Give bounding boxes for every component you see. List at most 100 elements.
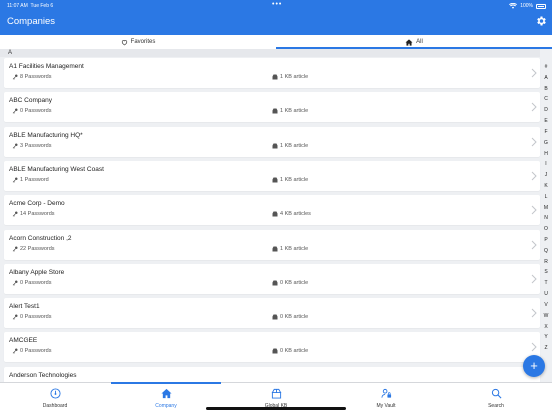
- kb-count: 1 KB article: [272, 108, 308, 114]
- company-name: Alert Test1: [9, 303, 40, 311]
- company-row[interactable]: ABLE Manufacturing HQ* 3 Passwords 1 KB …: [4, 126, 540, 157]
- password-count-text: 22 Passwords: [20, 245, 55, 252]
- company-row[interactable]: Acme Corp - Demo 14 Passwords 4 KB artic…: [4, 195, 540, 226]
- kb-count: 1 KB article: [272, 143, 308, 149]
- tab-company-indicator: [111, 382, 221, 384]
- alphabet-index-letter[interactable]: B: [544, 84, 547, 95]
- alphabet-index-letter[interactable]: S: [544, 267, 547, 278]
- multitask-dots[interactable]: •••: [272, 1, 282, 8]
- alphabet-index-letter[interactable]: H: [544, 149, 548, 160]
- kb-count: 1 KB article: [272, 74, 308, 80]
- company-row[interactable]: Acorn Construction ,2 22 Passwords 1 KB …: [4, 229, 540, 260]
- password-count: 22 Passwords: [12, 246, 55, 252]
- company-name: ABLE Manufacturing HQ*: [9, 131, 83, 139]
- key-icon: [12, 280, 18, 286]
- add-button[interactable]: +: [523, 355, 545, 377]
- alphabet-index-letter[interactable]: A: [544, 73, 547, 84]
- kb-box-icon: [272, 314, 278, 320]
- tab-dashboard[interactable]: Dashboard: [0, 383, 110, 414]
- gear-icon[interactable]: [535, 15, 547, 27]
- alphabet-index-letter[interactable]: O: [544, 224, 548, 235]
- alphabet-index-letter[interactable]: Z: [544, 343, 547, 354]
- alphabet-index-letter[interactable]: X: [544, 322, 547, 333]
- alphabet-index-letter[interactable]: T: [544, 278, 547, 289]
- home-indicator[interactable]: [206, 407, 346, 410]
- section-header: A: [0, 49, 540, 57]
- alphabet-index-letter[interactable]: U: [544, 289, 548, 300]
- company-row[interactable]: ABC Company 0 Passwords 1 KB article: [4, 92, 540, 123]
- alphabet-index-letter[interactable]: P: [544, 235, 547, 246]
- tab-company-label: Company: [155, 403, 177, 409]
- company-name: Acorn Construction ,2: [9, 234, 72, 242]
- kb-box-icon: [272, 211, 278, 217]
- kb-count-text: 1 KB article: [280, 108, 309, 115]
- chevron-right-icon: [531, 308, 537, 318]
- top-app-bar: 11:07 AM Tue Feb 6 ••• 100% Companies: [0, 0, 552, 35]
- kb-count: 0 KB article: [272, 280, 308, 286]
- alphabet-index-letter[interactable]: Q: [544, 246, 548, 257]
- alphabet-index-letter[interactable]: #: [545, 62, 548, 73]
- kb-count: 4 KB articles: [272, 211, 311, 217]
- company-row[interactable]: Anderson Technologies: [4, 366, 540, 383]
- company-row[interactable]: Albany Apple Store 0 Passwords 0 KB arti…: [4, 263, 540, 294]
- kb-count-text: 0 KB article: [280, 279, 309, 286]
- alphabet-index-letter[interactable]: F: [544, 127, 547, 138]
- home-icon: [160, 388, 172, 399]
- dashboard-gauge-icon: [49, 388, 61, 399]
- password-count: 8 Passwords: [12, 74, 52, 80]
- chevron-right-icon: [531, 240, 537, 249]
- search-icon: [491, 388, 501, 399]
- chevron-right-icon: [531, 137, 537, 146]
- alphabet-index-letter[interactable]: D: [544, 105, 548, 116]
- tab-dashboard-label: Dashboard: [42, 403, 68, 409]
- company-row[interactable]: Alert Test1 0 Passwords 0 KB article: [4, 298, 540, 329]
- alphabet-index-letter[interactable]: J: [545, 170, 548, 181]
- battery-percent: 100%: [520, 3, 533, 9]
- alphabet-index-letter[interactable]: V: [544, 300, 547, 311]
- company-name: Acme Corp - Demo: [9, 200, 65, 208]
- company-row[interactable]: A1 Facilities Management 8 Passwords 1 K…: [4, 58, 540, 88]
- password-count-text: 1 Password: [20, 176, 49, 183]
- company-row[interactable]: ABLE Manufacturing West Coast 1 Password…: [4, 160, 540, 191]
- password-count-text: 14 Passwords: [20, 211, 55, 218]
- alphabet-index-letter[interactable]: M: [544, 203, 548, 214]
- kb-box-icon: [272, 246, 278, 251]
- tab-favorites[interactable]: Favorites: [0, 35, 276, 49]
- kb-box-icon: [272, 143, 278, 149]
- segment-control: Favorites All: [0, 35, 552, 49]
- password-count-text: 8 Passwords: [20, 74, 52, 80]
- alphabet-index-letter[interactable]: C: [544, 94, 548, 105]
- key-icon: [12, 108, 18, 114]
- tab-favorites-label: Favorites: [130, 39, 156, 45]
- kb-count-text: 1 KB article: [280, 74, 309, 80]
- tab-my-vault[interactable]: My Vault: [331, 383, 441, 414]
- alphabet-index[interactable]: # A B C D E F G H I J K L M N O P Q R S T U V W X Y Z: [541, 62, 551, 354]
- alphabet-index-letter[interactable]: L: [545, 192, 548, 203]
- chevron-right-icon: [531, 205, 537, 215]
- key-icon: [12, 177, 18, 183]
- kb-box-icon: [272, 177, 278, 183]
- status-time-date: 11:07 AM Tue Feb 6: [7, 3, 53, 9]
- tab-search[interactable]: Search: [441, 383, 551, 414]
- tab-company[interactable]: Company: [111, 383, 221, 414]
- password-count: 0 Passwords: [12, 314, 52, 320]
- kb-count: 1 KB article: [272, 177, 308, 183]
- alphabet-index-letter[interactable]: E: [544, 116, 547, 127]
- key-icon: [12, 143, 18, 149]
- alphabet-index-letter[interactable]: R: [544, 257, 548, 268]
- key-icon: [12, 246, 18, 251]
- alphabet-index-letter[interactable]: N: [544, 213, 548, 224]
- alphabet-index-letter[interactable]: G: [544, 138, 548, 149]
- tab-all-label: All: [416, 39, 423, 45]
- tab-search-label: Search: [488, 403, 504, 409]
- alphabet-index-letter[interactable]: W: [544, 311, 549, 322]
- alphabet-index-letter[interactable]: I: [545, 159, 546, 170]
- company-name: A1 Facilities Management: [9, 63, 84, 70]
- company-row[interactable]: AMCGEE 0 Passwords 0 KB article: [4, 332, 540, 363]
- kb-box-icon: [272, 348, 278, 354]
- battery-icon: [536, 3, 546, 9]
- password-count-text: 0 Passwords: [20, 279, 52, 286]
- alphabet-index-letter[interactable]: K: [544, 181, 547, 192]
- alphabet-index-letter[interactable]: Y: [544, 332, 547, 343]
- password-count: 14 Passwords: [12, 211, 55, 217]
